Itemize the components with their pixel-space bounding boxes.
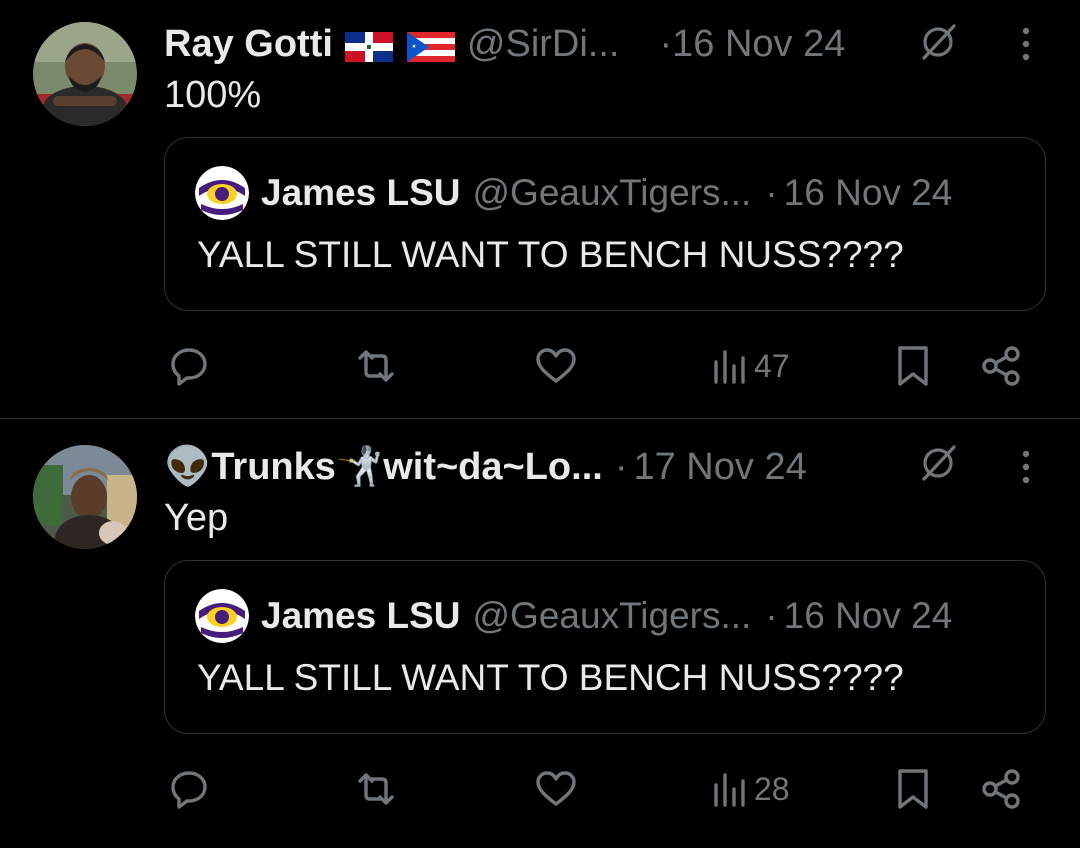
more-icon[interactable] [1016, 445, 1036, 489]
views-icon [712, 767, 748, 811]
timestamp[interactable]: 17 Nov 24 [633, 446, 806, 489]
retweet-button[interactable] [354, 767, 398, 811]
like-button[interactable] [534, 344, 578, 388]
views-icon [712, 344, 748, 388]
views-button[interactable]: 47 [712, 344, 790, 388]
quoted-handle[interactable]: @GeauxTigers... [473, 172, 752, 214]
share-icon [980, 767, 1024, 811]
like-icon [534, 767, 578, 811]
reply-icon [167, 344, 211, 388]
views-button[interactable]: 28 [712, 767, 790, 811]
display-name[interactable]: Ray Gotti [164, 23, 333, 66]
views-count: 47 [754, 347, 790, 384]
more-icon[interactable] [1016, 22, 1036, 66]
action-bar: 28 [0, 759, 1080, 819]
puerto-rico-flag-icon [406, 29, 455, 62]
quoted-tweet[interactable]: James LSU @GeauxTigers... · 16 Nov 24 YA… [164, 137, 1046, 311]
quoted-timestamp[interactable]: 16 Nov 24 [784, 172, 953, 214]
bookmark-icon [894, 767, 932, 811]
display-name[interactable]: 👽Trunks🤺wit~da~Lo... [164, 445, 603, 489]
handle[interactable]: @SirDi... [467, 23, 620, 66]
quoted-text: YALL STILL WANT TO BENCH NUSS???? [197, 234, 904, 275]
separator-dot: · [614, 445, 628, 488]
share-icon [980, 344, 1024, 388]
quoted-handle[interactable]: @GeauxTigers... [473, 595, 752, 637]
quoted-avatar[interactable] [195, 589, 249, 643]
like-icon [534, 344, 578, 388]
quoted-tweet[interactable]: James LSU @GeauxTigers... · 16 Nov 24 YA… [164, 560, 1046, 734]
quoted-header: James LSU @GeauxTigers... · 16 Nov 24 [261, 591, 952, 641]
quoted-avatar[interactable] [195, 166, 249, 220]
separator-dot: · [659, 22, 673, 65]
views-count: 28 [754, 770, 790, 807]
retweet-button[interactable] [354, 344, 398, 388]
avatar[interactable] [33, 22, 137, 126]
separator-dot: · [765, 595, 778, 636]
quoted-display-name[interactable]: James LSU [261, 595, 461, 637]
action-bar: 47 [0, 336, 1080, 396]
tweet-text: Yep [164, 497, 229, 539]
tweet[interactable]: 👽Trunks🤺wit~da~Lo... · 17 Nov 24 Yep Jam… [0, 419, 1080, 848]
separator-dot: · [765, 172, 778, 213]
retweet-icon [354, 767, 398, 811]
quoted-display-name[interactable]: James LSU [261, 172, 461, 214]
share-button[interactable] [980, 344, 1024, 388]
reply-icon [167, 767, 211, 811]
reply-button[interactable] [167, 767, 211, 811]
quoted-timestamp[interactable]: 16 Nov 24 [784, 595, 953, 637]
bookmark-icon [894, 344, 932, 388]
retweet-icon [354, 344, 398, 388]
grok-icon[interactable] [916, 441, 960, 485]
timestamp[interactable]: 16 Nov 24 [672, 23, 845, 66]
tweet-header: Ray Gotti @SirDi... · 16 Nov 24 [164, 18, 845, 70]
quoted-text: YALL STILL WANT TO BENCH NUSS???? [197, 657, 904, 698]
dominican-republic-flag-icon [344, 29, 393, 62]
reply-button[interactable] [167, 344, 211, 388]
tweet-text: 100% [164, 74, 262, 116]
grok-icon[interactable] [916, 20, 960, 64]
like-button[interactable] [534, 767, 578, 811]
tweet-header: 👽Trunks🤺wit~da~Lo... · 17 Nov 24 [164, 441, 807, 493]
tweet[interactable]: Ray Gotti @SirDi... · 16 Nov 24 100% Jam… [0, 0, 1080, 418]
avatar[interactable] [33, 445, 137, 549]
share-button[interactable] [980, 767, 1024, 811]
bookmark-button[interactable] [894, 767, 932, 811]
bookmark-button[interactable] [894, 344, 932, 388]
quoted-header: James LSU @GeauxTigers... · 16 Nov 24 [261, 168, 952, 218]
